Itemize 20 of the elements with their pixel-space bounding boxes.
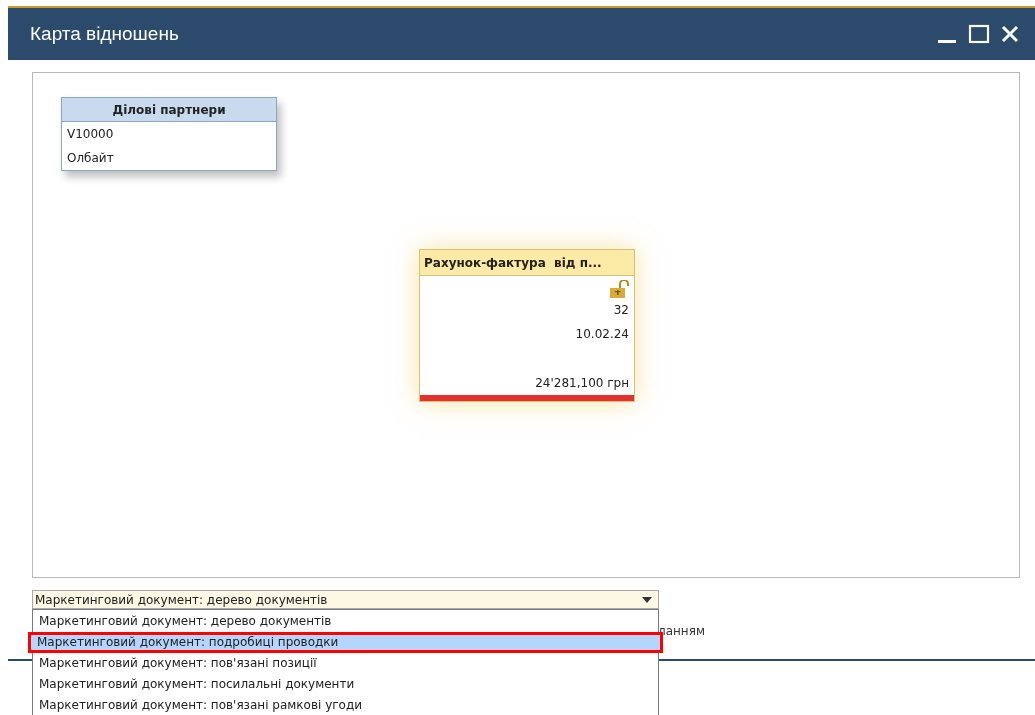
card-title: Ділові партнери xyxy=(62,98,276,122)
view-dropdown[interactable]: Маркетинговий документ: дерево документів xyxy=(32,590,659,609)
dropdown-option[interactable]: Маркетинговий документ: пов'язані рамкові угоди xyxy=(33,695,658,715)
document-date: 10.02.24 xyxy=(575,326,629,342)
partner-card[interactable]: Ділові партнери V10000 Олбайт xyxy=(61,97,277,171)
document-card[interactable]: Рахунок-фактура від п... 32 10.02.24 24'281,100 грн xyxy=(419,249,635,402)
maximize-icon[interactable] xyxy=(968,23,990,45)
card-line: Олбайт xyxy=(66,150,115,167)
close-icon[interactable] xyxy=(1000,24,1020,44)
card-title: Рахунок-фактура від п... xyxy=(420,250,634,276)
dropdown-option[interactable]: Маркетинговий документ: дерево документів xyxy=(33,611,658,632)
unlocked-lock-icon xyxy=(609,280,629,298)
document-amount: 24'281,100 грн xyxy=(535,375,629,391)
dropdown-option[interactable]: Маркетинговий документ: посилальні документи xyxy=(33,674,658,695)
caret-icon[interactable] xyxy=(642,596,652,603)
window-title: Карта відношень xyxy=(30,21,179,46)
dropdown-option[interactable]: Маркетинговий документ: пов'язані позиції xyxy=(33,653,658,674)
document-number: 32 xyxy=(613,302,629,318)
card-line: V10000 xyxy=(66,126,115,143)
dropdown-option[interactable]: Маркетинговий документ: подробиці проводки xyxy=(28,632,663,653)
